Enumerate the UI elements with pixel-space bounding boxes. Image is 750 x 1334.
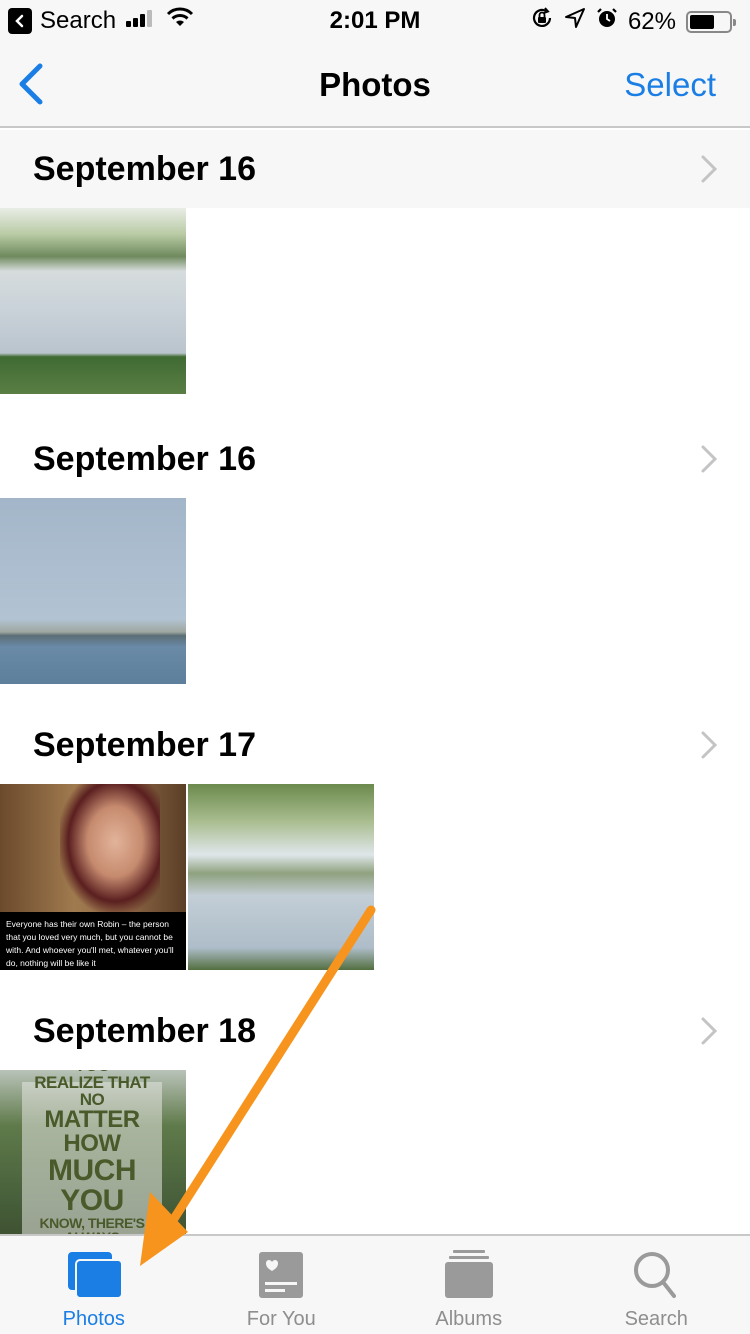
moment-section: September 18 TRAVEL MAKES YOU REALIZE TH… — [0, 992, 750, 1234]
moment-section: September 17 Everyone has their own Robi… — [0, 706, 750, 970]
section-title: September 18 — [33, 1012, 256, 1050]
battery-percent: 62% — [627, 7, 676, 35]
tab-search[interactable]: Search — [563, 1236, 750, 1334]
photo-thumbnail[interactable] — [0, 498, 186, 684]
albums-icon — [444, 1250, 493, 1298]
photo-thumbnail[interactable] — [188, 784, 374, 970]
tab-albums[interactable]: Albums — [375, 1236, 563, 1334]
section-header[interactable]: September 18 — [0, 992, 750, 1070]
tab-for-you[interactable]: For You — [188, 1236, 376, 1334]
tab-label: Photos — [62, 1308, 125, 1330]
moment-section: September 16 — [0, 130, 750, 394]
section-title: September 16 — [33, 150, 256, 188]
photo-moments-list[interactable]: September 16 September 16 September 17 E… — [0, 130, 750, 1234]
moment-section: September 16 — [0, 420, 750, 684]
tab-label: For You — [246, 1308, 316, 1330]
section-title: September 17 — [33, 726, 256, 764]
status-bar: Search 2:01 PM 62% — [0, 0, 750, 40]
tab-label: Albums — [435, 1308, 503, 1330]
section-header[interactable]: September 17 — [0, 706, 750, 784]
location-icon — [564, 7, 586, 36]
tab-photos[interactable]: Photos — [0, 1236, 188, 1334]
alarm-icon — [596, 7, 618, 36]
navigation-bar: Photos Select — [0, 40, 750, 128]
photo-thumbnail[interactable] — [0, 208, 186, 394]
tab-bar: Photos For You Albums Search — [0, 1234, 750, 1334]
battery-icon — [686, 10, 736, 33]
chevron-right-icon — [701, 155, 718, 183]
chevron-right-icon — [701, 445, 718, 473]
tab-label: Search — [624, 1308, 688, 1330]
photo-caption: Everyone has their own Robin – the perso… — [0, 912, 186, 970]
select-button[interactable]: Select — [624, 66, 716, 104]
search-icon — [634, 1252, 677, 1298]
for-you-icon — [259, 1252, 304, 1298]
section-header[interactable]: September 16 — [0, 130, 750, 208]
photo-quote: TRAVEL MAKES YOU REALIZE THAT NO MATTER … — [22, 1070, 162, 1234]
chevron-right-icon — [701, 731, 718, 759]
photo-thumbnail[interactable]: Everyone has their own Robin – the perso… — [0, 784, 186, 970]
section-header[interactable]: September 16 — [0, 420, 750, 498]
orientation-lock-icon — [530, 6, 554, 37]
photo-thumbnail[interactable]: TRAVEL MAKES YOU REALIZE THAT NO MATTER … — [0, 1070, 186, 1234]
chevron-right-icon — [701, 1017, 718, 1045]
section-title: September 16 — [33, 440, 256, 478]
photos-icon — [67, 1252, 123, 1299]
